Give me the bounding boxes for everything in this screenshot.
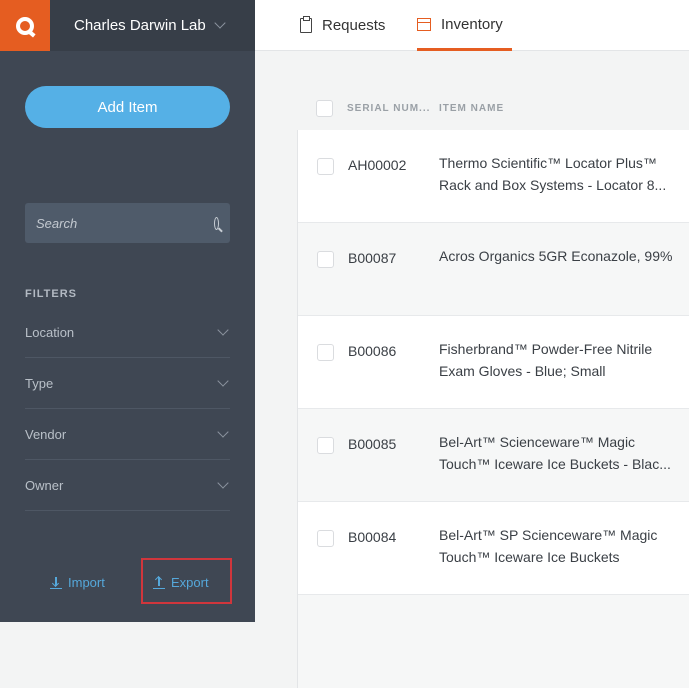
- serial-number: B00084: [348, 529, 397, 545]
- tab-bar: Requests Inventory: [255, 0, 689, 51]
- table-body: AH00002 Thermo Scientific™ Locator Plus™ …: [297, 130, 689, 688]
- clipboard-icon: [300, 16, 312, 33]
- serial-number: B00086: [348, 343, 397, 359]
- table-row[interactable]: AH00002 Thermo Scientific™ Locator Plus™ …: [298, 130, 689, 223]
- table-header: SERIAL NUM... ITEM NAME: [297, 88, 689, 128]
- filter-vendor[interactable]: Vendor: [25, 409, 230, 460]
- table-row-partial: [298, 595, 689, 688]
- chevron-down-icon: [217, 323, 229, 336]
- serial-number: AH00002: [348, 157, 407, 173]
- item-name[interactable]: Bel-Art™ Scienceware™ Magic Touch™ Icewa…: [439, 431, 679, 475]
- tab-inventory[interactable]: Inventory: [417, 0, 512, 51]
- box-icon: [417, 17, 431, 31]
- add-item-button[interactable]: Add Item: [25, 86, 230, 128]
- filter-owner[interactable]: Owner: [25, 460, 230, 511]
- row-checkbox[interactable]: [317, 437, 334, 454]
- export-highlight-box: [141, 558, 232, 604]
- filter-label: Vendor: [25, 426, 67, 442]
- row-checkbox[interactable]: [317, 158, 334, 175]
- filter-location[interactable]: Location: [25, 307, 230, 358]
- row-checkbox[interactable]: [317, 251, 334, 268]
- table-row[interactable]: B00087 Acros Organics 5GR Econazole, 99%: [298, 223, 689, 316]
- tab-label: Inventory: [441, 15, 503, 33]
- import-button[interactable]: Import: [50, 575, 105, 590]
- filter-label: Type: [25, 375, 54, 391]
- item-name[interactable]: Bel-Art™ SP Scienceware™ Magic Touch™ Ic…: [439, 524, 679, 568]
- row-checkbox[interactable]: [317, 344, 334, 361]
- chevron-down-icon: [217, 425, 229, 438]
- download-icon: [50, 576, 62, 589]
- sidebar-header: Charles Darwin Lab: [0, 0, 255, 51]
- chevron-down-icon: [217, 374, 229, 387]
- table-row[interactable]: B00085 Bel-Art™ Scienceware™ Magic Touch™…: [298, 409, 689, 502]
- filter-label: Location: [25, 324, 75, 340]
- search-box[interactable]: [25, 203, 230, 243]
- item-name[interactable]: Fisherbrand™ Powder-Free Nitrile Exam Gl…: [439, 338, 679, 382]
- table-row[interactable]: B00086 Fisherbrand™ Powder-Free Nitrile E…: [298, 316, 689, 409]
- item-name[interactable]: Acros Organics 5GR Econazole, 99%: [439, 245, 679, 267]
- logo-q-icon: [16, 16, 34, 35]
- select-all-checkbox[interactable]: [316, 99, 333, 117]
- tab-requests[interactable]: Requests: [300, 0, 385, 51]
- import-label: Import: [68, 575, 105, 590]
- column-serial[interactable]: SERIAL NUM...: [347, 103, 439, 114]
- filter-type[interactable]: Type: [25, 358, 230, 409]
- filters-title: FILTERS: [25, 288, 78, 300]
- lab-selector[interactable]: Charles Darwin Lab: [74, 17, 226, 34]
- app-logo[interactable]: [0, 0, 50, 51]
- table-row[interactable]: B00084 Bel-Art™ SP Scienceware™ Magic Tou…: [298, 502, 689, 595]
- tab-label: Requests: [322, 17, 386, 34]
- search-input[interactable]: [36, 215, 214, 231]
- column-item-name[interactable]: ITEM NAME: [439, 103, 504, 114]
- sidebar: Charles Darwin Lab Add Item FILTERS Loca…: [0, 0, 255, 622]
- item-name[interactable]: Thermo Scientific™ Locator Plus™ Rack an…: [439, 152, 679, 196]
- row-checkbox[interactable]: [317, 530, 334, 547]
- chevron-down-icon: [217, 476, 229, 489]
- search-icon[interactable]: [214, 216, 219, 230]
- serial-number: B00085: [348, 436, 397, 452]
- filter-label: Owner: [25, 477, 64, 493]
- lab-name: Charles Darwin Lab: [74, 17, 206, 34]
- chevron-down-icon: [214, 17, 226, 29]
- serial-number: B00087: [348, 250, 397, 266]
